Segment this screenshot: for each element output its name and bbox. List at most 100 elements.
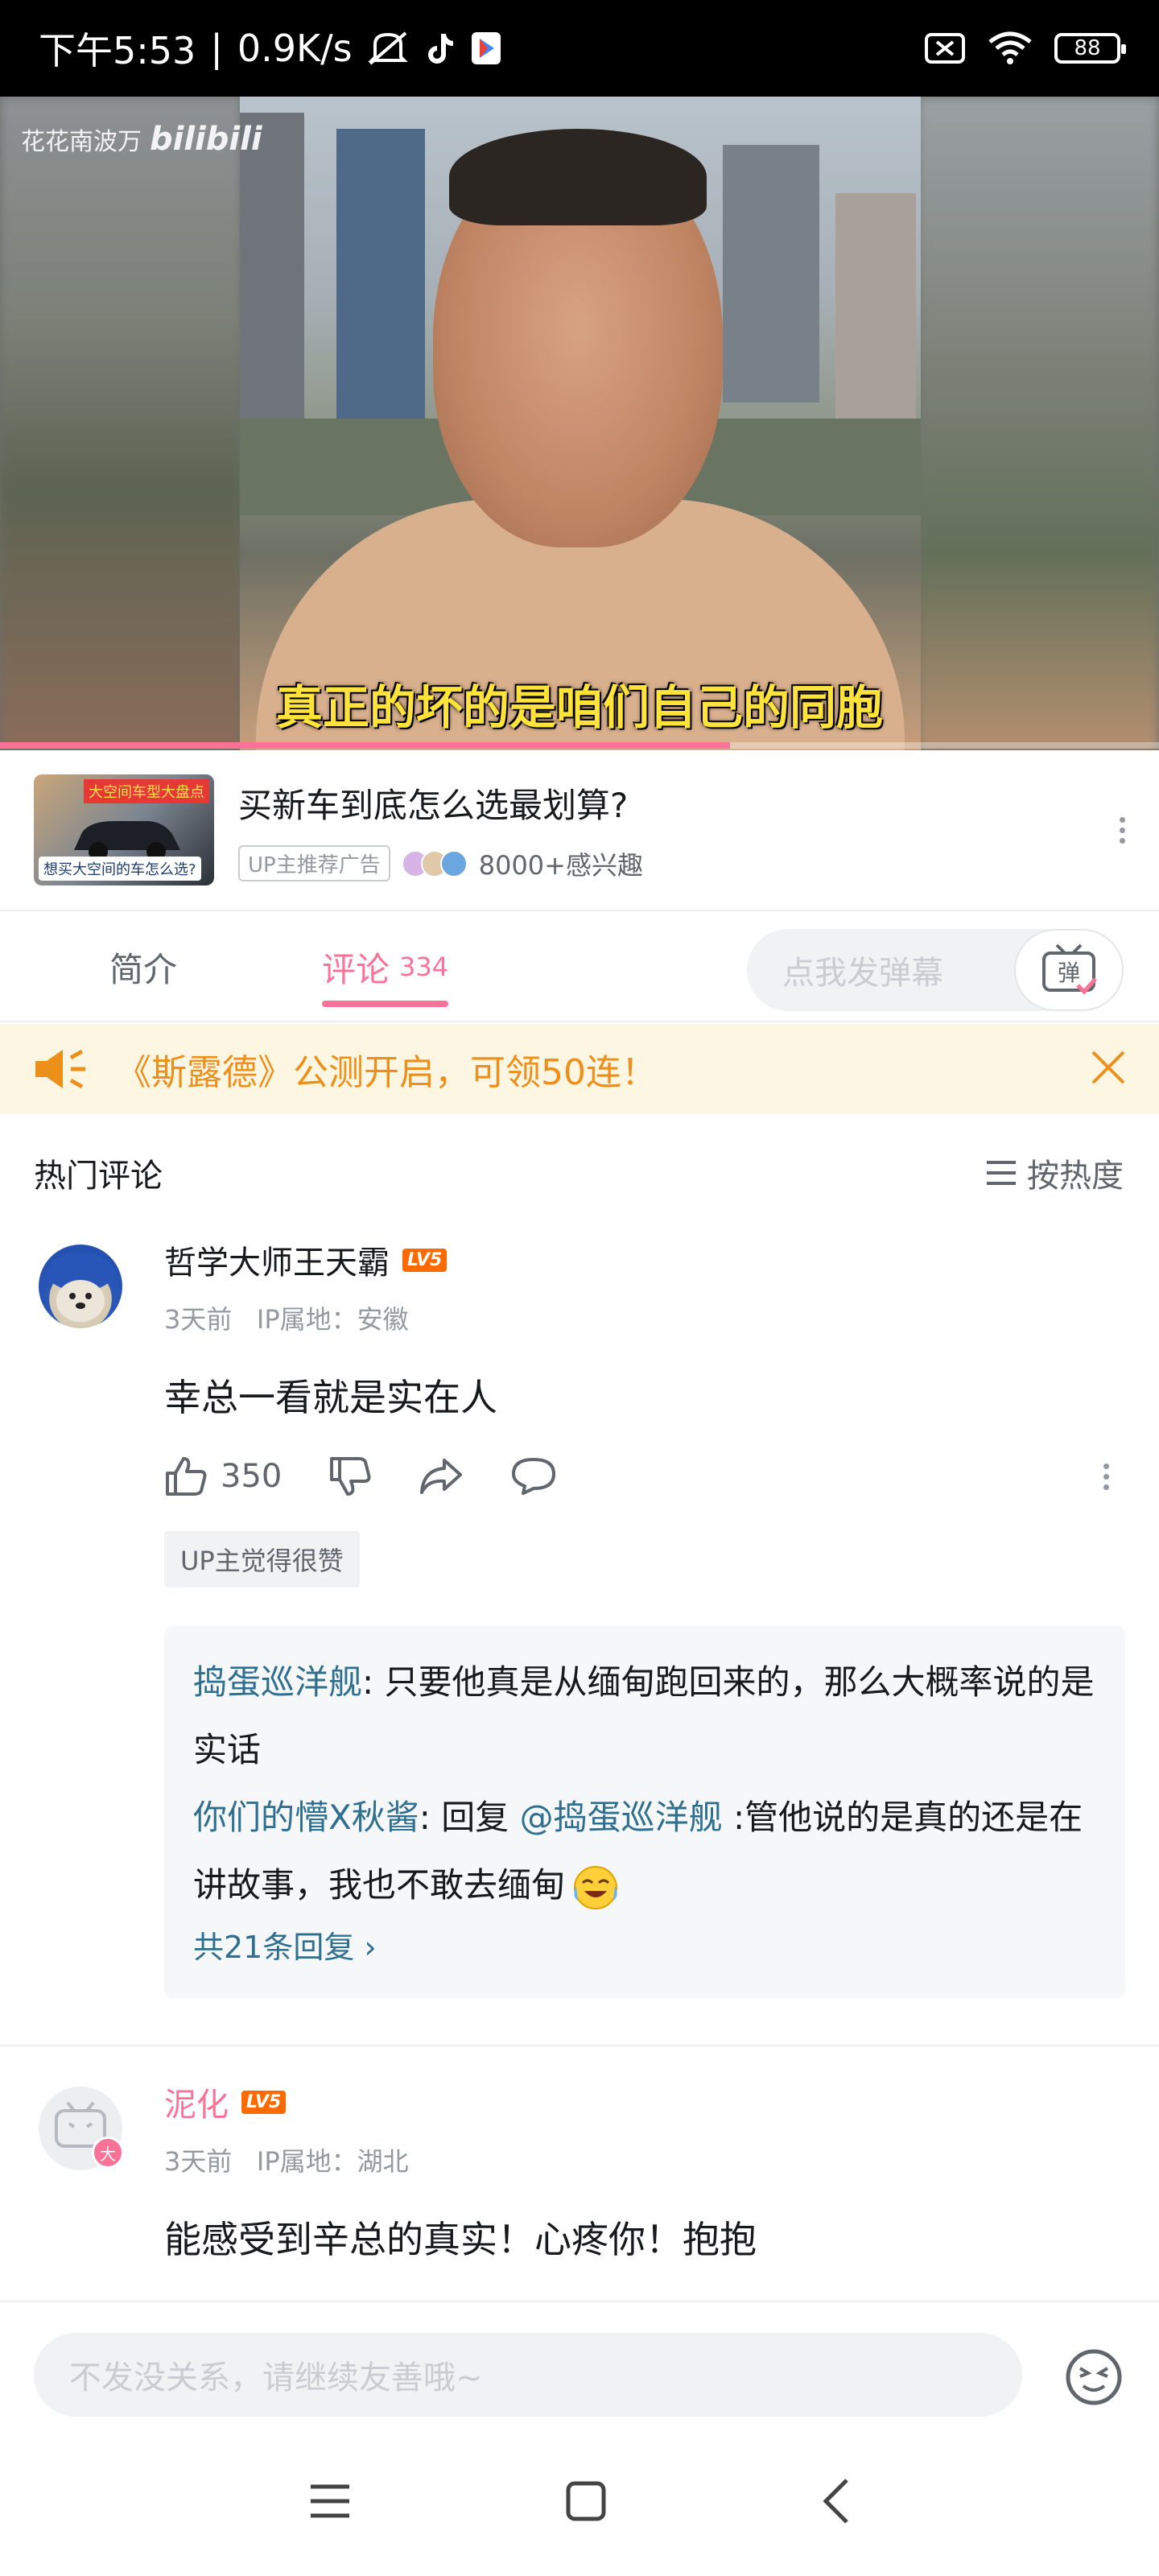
like-button[interactable]: 350 (164, 1455, 282, 1497)
reply-button[interactable] (510, 1456, 557, 1496)
status-speed: 0.9K/s (237, 27, 353, 70)
video-watermark: 花花南波万 bilibili (21, 121, 262, 158)
hot-comments-title: 热门评论 (34, 1158, 163, 1195)
comment-username: 泥化 (164, 2087, 229, 2124)
back-nav-button[interactable] (819, 2477, 852, 2529)
video-subtitle: 真正的坏的是咱们自己的同胞 (275, 680, 883, 735)
tab-comments-count: 334 (399, 952, 449, 982)
comment-text: 幸总一看就是实在人 (164, 1376, 497, 1419)
thumb-down-icon (330, 1457, 371, 1496)
reply-item[interactable]: 你们的懵X秋酱: 回复 @捣蛋巡洋舰 :管他说的是真的还是在讲故事，我也不敢去缅… (193, 1784, 1096, 1919)
person-hair (449, 129, 707, 225)
reply-item[interactable]: 捣蛋巡洋舰: 只要他真是从缅甸跑回来的，那么大概率说的是实话 (193, 1649, 1096, 1784)
ad-interest-count: 8000+感兴趣 (478, 849, 643, 881)
up-liked-badge: UP主觉得很赞 (164, 1531, 360, 1587)
mute-icon (367, 30, 409, 67)
notice-banner[interactable]: 《斯露德》公测开启，可领50连！ (0, 1024, 1159, 1114)
danmu-placeholder: 点我发弹幕 (782, 955, 943, 992)
battery-level: 88 (1074, 36, 1101, 60)
comment-bubble-icon (512, 1458, 556, 1495)
like-count: 350 (221, 1458, 283, 1495)
share-button[interactable] (419, 1457, 464, 1496)
ad-thumb-label-top: 大空间车型大盘点 (84, 779, 209, 803)
back-arrow-icon (823, 2479, 848, 2524)
danmu-button-label: 弹 (1058, 960, 1080, 986)
ad-thumb-label-bottom: 想买大空间的车怎么选? (39, 857, 201, 881)
status-bar: 下午5:53 | 0.9K/s 88 (0, 0, 1159, 97)
status-separator: | (210, 27, 223, 70)
sort-label: 按热度 (1027, 1158, 1124, 1195)
chevron-right-icon: › (364, 1930, 377, 1965)
more-replies-label: 共21条回复 (193, 1930, 355, 1965)
video-progress-fill (0, 742, 731, 749)
comment-author[interactable]: 哲学大师王天霸 LV5 (164, 1236, 448, 1283)
reply-username[interactable]: 捣蛋巡洋舰 (193, 1662, 362, 1702)
ad-tag: UP主推荐广告 (238, 845, 390, 881)
comment-time: 3天前 (164, 1304, 233, 1335)
comment-input-bar: 不发没关系，请继续友善哦~ (0, 2301, 1159, 2429)
emoji-button[interactable] (1064, 2347, 1124, 2410)
video-progress-bar[interactable] (0, 742, 1159, 749)
system-nav-bar (0, 2429, 1159, 2576)
home-square-icon (566, 2481, 606, 2521)
play-store-icon (470, 31, 502, 66)
crying-laugh-emoji-icon (574, 1865, 618, 1909)
tab-comments[interactable]: 评论 334 (322, 912, 449, 1022)
bilibili-logo: bilibili (150, 121, 262, 158)
battery-icon: 88 (1054, 33, 1126, 64)
reply-prefix: : 回复 (419, 1798, 520, 1837)
danmu-toggle-button[interactable]: 弹 (1014, 929, 1124, 1011)
comment-meta: 3天前 IP属地：湖北 (164, 2141, 409, 2178)
wifi-icon (987, 31, 1033, 66)
dislike-button[interactable] (328, 1455, 372, 1497)
comment-time: 3天前 (164, 2146, 233, 2177)
tab-bar: 简介 评论 334 点我发弹幕 弹 (0, 913, 1159, 1022)
reply-username[interactable]: 你们的懵X秋酱 (193, 1798, 419, 1837)
comment-text: 能感受到辛总的真实！心疼你！抱抱 (164, 2218, 757, 2261)
ad-card[interactable]: 大空间车型大盘点 想买大空间的车怎么选? 买新车到底怎么选最划算? UP主推荐广… (0, 750, 1159, 911)
notice-text: 《斯露德》公测开启，可领50连！ (116, 1052, 657, 1093)
avatar[interactable] (39, 1245, 122, 1328)
menu-nav-button[interactable] (307, 2482, 353, 2524)
view-all-replies-link[interactable]: 共21条回复 › (193, 1919, 1096, 1975)
sim-off-icon (924, 32, 966, 64)
comment-ip: IP属地：安徽 (256, 1304, 409, 1335)
menu-icon (311, 2484, 349, 2518)
comment-author[interactable]: 泥化 LV5 (164, 2079, 287, 2125)
home-nav-button[interactable] (565, 2480, 607, 2525)
ad-thumbnail[interactable]: 大空间车型大盘点 想买大空间的车怎么选? (34, 774, 214, 886)
reply-preview[interactable]: 捣蛋巡洋舰: 只要他真是从缅甸跑回来的，那么大概率说的是实话 你们的懵X秋酱: … (164, 1626, 1125, 1998)
video-blur-left (0, 97, 241, 750)
tab-intro-label: 简介 (109, 949, 178, 989)
comment-ip: IP属地：湖北 (256, 2146, 409, 2177)
watermark-author: 花花南波万 (21, 128, 142, 156)
sort-button[interactable]: 按热度 (985, 1150, 1124, 1196)
close-icon[interactable] (1090, 1049, 1127, 1089)
tab-intro[interactable]: 简介 (109, 912, 177, 1022)
comment-more-icon[interactable] (1103, 1463, 1109, 1490)
vip-badge-icon: 大 (92, 2136, 124, 2169)
comment-meta: 3天前 IP属地：安徽 (164, 1299, 409, 1336)
level-badge: LV5 (402, 1248, 448, 1272)
comment-username: 哲学大师王天霸 (164, 1245, 390, 1282)
video-frame (240, 97, 921, 750)
comment-divider (0, 2045, 1159, 2046)
sort-icon (987, 1161, 1016, 1185)
video-player[interactable]: 花花南波万 bilibili 真正的坏的是咱们自己的同胞 (0, 97, 1159, 750)
thumb-up-icon (166, 1457, 207, 1496)
tab-comments-label: 评论 (322, 949, 390, 989)
comment-input[interactable]: 不发没关系，请继续友善哦~ (34, 2333, 1022, 2417)
speaker-icon (35, 1049, 85, 1089)
ad-title[interactable]: 买新车到底怎么选最划算? (238, 778, 1120, 828)
interest-avatars (401, 849, 468, 877)
ad-more-icon[interactable] (1120, 816, 1125, 844)
status-time: 下午5:53 (39, 29, 196, 72)
tiktok-icon (423, 31, 456, 66)
danmu-input[interactable]: 点我发弹幕 弹 (747, 929, 1124, 1011)
share-icon (420, 1459, 463, 1494)
level-badge: LV5 (241, 2090, 287, 2114)
video-blur-right (918, 97, 1159, 750)
danmu-tv-icon: 弹 (1042, 943, 1097, 995)
reply-mention[interactable]: @捣蛋巡洋舰 (520, 1798, 723, 1837)
emoji-face-icon (1066, 2349, 1122, 2405)
